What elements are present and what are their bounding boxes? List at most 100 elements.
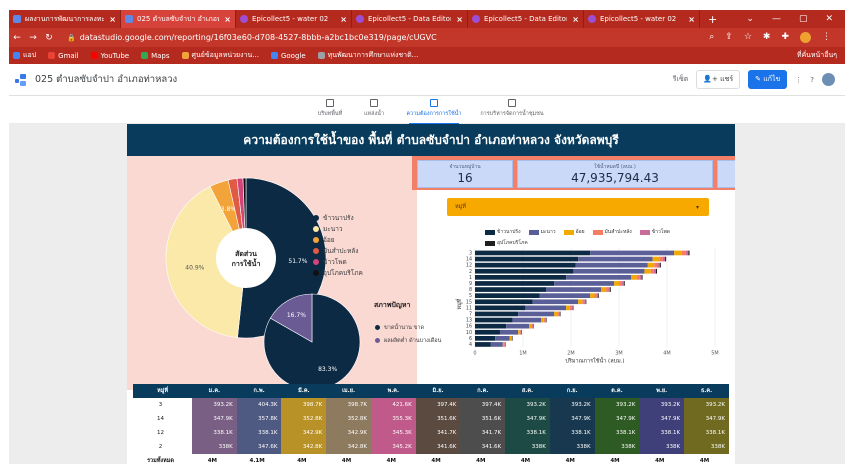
bar-segment[interactable] (475, 262, 576, 268)
browser-tab[interactable]: Epicollect5 - Data Editor × (468, 10, 584, 28)
url-field[interactable]: 🔒 datastudio.google.com/reporting/16f03e… (67, 33, 437, 42)
bookmark-item[interactable]: YouTube (90, 52, 129, 60)
bar-segment[interactable] (652, 256, 660, 262)
bar-segment[interactable] (601, 287, 607, 292)
bar-segment[interactable] (653, 268, 657, 274)
close-icon[interactable]: × (340, 15, 347, 24)
bar-segment[interactable] (590, 250, 675, 256)
bar-segment[interactable] (475, 268, 574, 274)
bar-segment[interactable] (636, 275, 640, 280)
bookmark-item[interactable]: แอป (13, 50, 36, 61)
bar-segment[interactable] (650, 268, 654, 274)
bar-segment[interactable] (475, 293, 540, 298)
bar-segment[interactable] (475, 305, 526, 311)
column-header[interactable]: ส.ค. (505, 384, 550, 398)
bookmark-item[interactable]: ศูนย์ข้อมูลหน่วยงาน... (181, 50, 259, 61)
bar-segment[interactable] (566, 275, 631, 280)
column-header[interactable]: หมู่ที่ (133, 384, 193, 398)
bar-segment[interactable] (512, 336, 513, 341)
edit-button[interactable]: ✎ แก้ไข (748, 70, 788, 89)
close-icon[interactable]: × (224, 15, 231, 24)
bar-segment[interactable] (532, 323, 534, 329)
table-row[interactable]: 2 338K 347.6K 342.8K 342.8K 345.2K 341.6K 341.6… (133, 440, 729, 454)
bar-segment[interactable] (639, 275, 642, 280)
page-tab[interactable]: ความต้องการการใช้น้ำ (401, 99, 467, 125)
column-header[interactable]: พ.ค. (370, 384, 416, 398)
bar-segment[interactable] (475, 317, 513, 323)
bar-segment[interactable] (596, 293, 599, 298)
bar-segment[interactable] (641, 275, 643, 280)
close-window-icon[interactable]: ✕ (825, 14, 833, 24)
column-header[interactable]: ต.ค. (594, 384, 640, 398)
column-header[interactable]: ก.ย. (549, 384, 595, 398)
help-icon[interactable]: ? (810, 76, 814, 84)
bar-segment[interactable] (575, 262, 648, 268)
new-tab-icon[interactable]: + (700, 13, 725, 26)
browser-tab[interactable]: Epicollect5 - Data Editor × (352, 10, 468, 28)
bar-segment[interactable] (518, 311, 555, 317)
bar-segment[interactable] (681, 250, 686, 256)
bookmark-item[interactable]: Maps (141, 52, 170, 60)
bar-segment[interactable] (519, 329, 521, 335)
bookmark-item[interactable]: Gmail (48, 52, 79, 60)
bar-segment[interactable] (654, 262, 658, 268)
bar-segment[interactable] (531, 323, 533, 329)
reset-button[interactable]: รีเซ็ต (673, 74, 688, 85)
bar-segment[interactable] (594, 293, 597, 298)
table-row[interactable]: 12 338.1K 338.1K 342.9K 342.9K 345.3K 341.7K 34… (133, 426, 729, 440)
bar-segment[interactable] (688, 250, 690, 256)
column-header[interactable]: ม.ค. (192, 384, 237, 398)
bar-segment[interactable] (532, 299, 579, 305)
bar-segment[interactable] (539, 293, 591, 298)
column-header[interactable]: มิ.ย. (415, 384, 461, 398)
bar-segment[interactable] (610, 287, 611, 292)
bar-segment[interactable] (505, 342, 506, 347)
report-title[interactable]: 025 ตำบลซับจำปา อำเภอท่าหลวง (35, 72, 177, 87)
bar-segment[interactable] (557, 311, 559, 317)
table-row[interactable]: 3 393.2K 404.3K 398.7K 398.7K 421.6K 397.4K 397… (133, 398, 729, 412)
bar-segment[interactable] (578, 256, 653, 262)
browser-tab[interactable]: Epicollect5 - water 02 × (236, 10, 352, 28)
menu-icon[interactable]: ⋮ (822, 32, 831, 43)
puzzle-icon[interactable]: ✚ (781, 32, 789, 43)
table-row[interactable]: 14 347.9K 357.8K 352.8K 352.8K 355.3K 351.6K 35… (133, 412, 729, 426)
bar-segment[interactable] (656, 268, 658, 274)
bar-segment[interactable] (585, 299, 587, 305)
browser-tab[interactable]: ผลงานการพัฒนาการลงทะเบียน × (9, 10, 121, 28)
bar-segment[interactable] (533, 323, 534, 329)
bar-segment[interactable] (495, 336, 510, 341)
profile-avatar[interactable] (800, 32, 811, 43)
page-tab[interactable]: แหล่งน้ำ (341, 99, 407, 118)
column-header[interactable]: เม.ย. (326, 384, 371, 398)
extension-icon[interactable]: ✱ (763, 32, 771, 43)
forward-icon[interactable]: → (25, 33, 41, 43)
bar-segment[interactable] (541, 317, 544, 323)
bar-segment[interactable] (518, 329, 520, 335)
share-button[interactable]: 👤+ แชร์ (696, 70, 741, 89)
bar-segment[interactable] (520, 329, 522, 335)
minimize-icon[interactable]: — (772, 14, 781, 24)
village-dropdown[interactable]: หมู่ที่ ▾ (447, 198, 709, 216)
bar-segment[interactable] (512, 317, 542, 323)
bar-segment[interactable] (572, 305, 574, 311)
bar-segment[interactable] (665, 256, 667, 262)
column-header[interactable]: พ.ย. (639, 384, 685, 398)
page-tab[interactable]: การบริหารจัดการน้ำชุมชน (479, 99, 545, 118)
column-header[interactable]: ธ.ค. (684, 384, 729, 398)
bar-segment[interactable] (644, 268, 651, 274)
bar-segment[interactable] (475, 329, 500, 335)
bar-segment[interactable] (623, 281, 625, 286)
bar-segment[interactable] (659, 262, 661, 268)
bar-segment[interactable] (590, 293, 595, 298)
bar-segment[interactable] (554, 311, 558, 317)
chevron-down-icon[interactable]: ⌄ (746, 14, 754, 24)
user-avatar[interactable] (822, 73, 835, 86)
bar-segment[interactable] (685, 250, 689, 256)
bar-segment[interactable] (499, 329, 519, 335)
bar-segment[interactable] (659, 256, 663, 262)
bar-segment[interactable] (560, 311, 561, 317)
bar-segment[interactable] (511, 336, 512, 341)
bar-segment[interactable] (509, 336, 511, 341)
bookmark-item[interactable]: ทุนพัฒนาการศึกษาแห่งชาติ... (317, 50, 418, 61)
other-bookmarks[interactable]: ที่คั่นหน้าอื่นๆ (797, 50, 845, 61)
